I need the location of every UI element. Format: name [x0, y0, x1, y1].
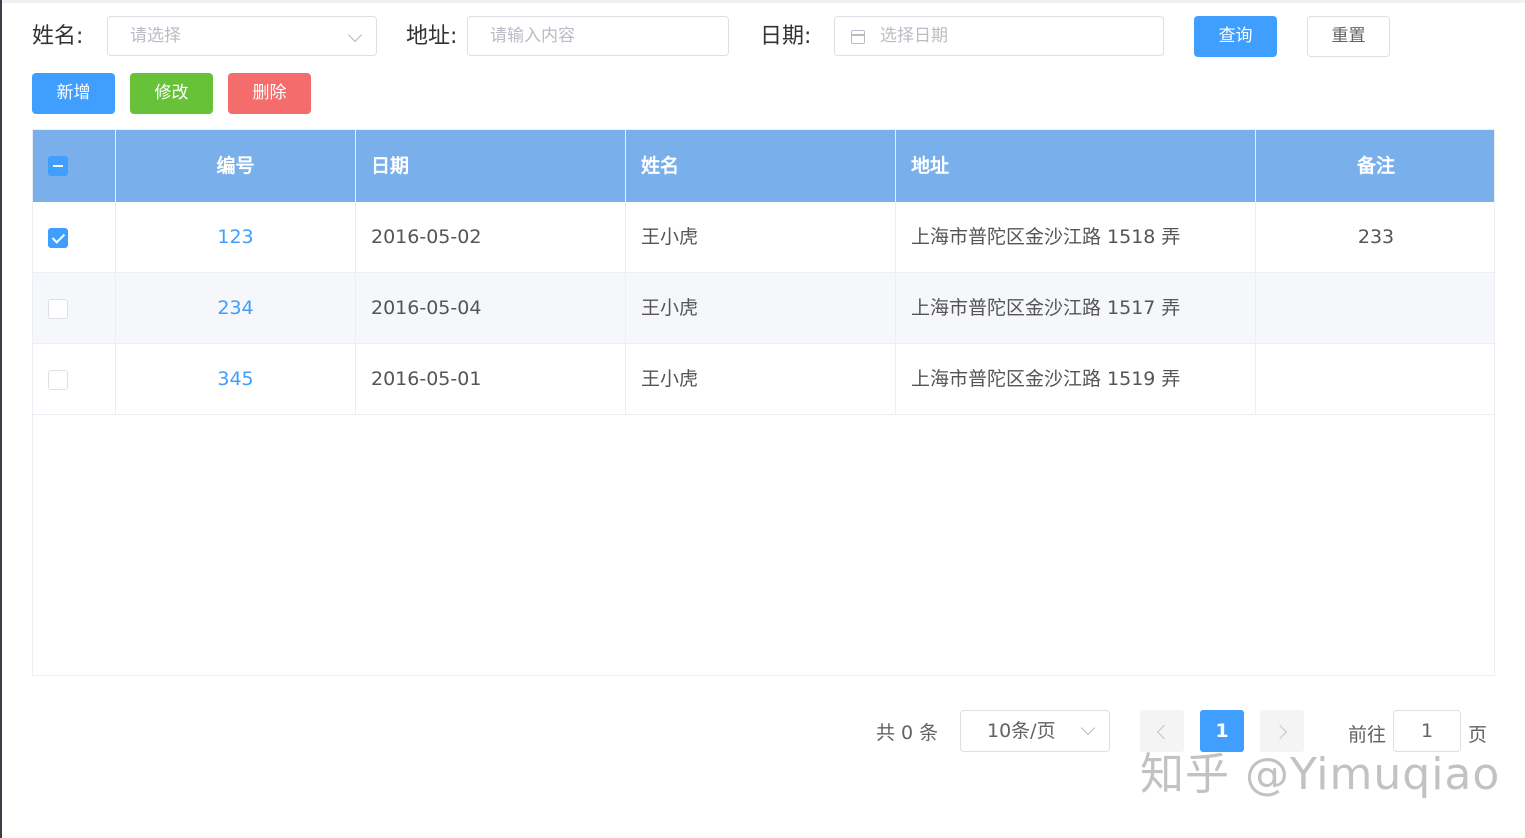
- row-date: 2016-05-02: [356, 202, 626, 272]
- query-button[interactable]: 查询: [1194, 16, 1277, 57]
- select-all-checkbox[interactable]: [48, 156, 68, 176]
- row-select-cell: [33, 344, 116, 414]
- row-name: 王小虎: [626, 273, 896, 343]
- row-date: 2016-05-01: [356, 344, 626, 414]
- row-remark: 233: [1357, 226, 1395, 248]
- data-table: 编号 日期 姓名 地址 备注 123 2016-05-02 王小虎 上海市普陀区…: [32, 129, 1495, 676]
- page-size-select[interactable]: 10条/页: [960, 710, 1110, 752]
- chevron-down-icon: [347, 27, 363, 43]
- header-name[interactable]: 姓名: [626, 130, 896, 202]
- address-label: 地址:: [406, 24, 458, 49]
- row-id[interactable]: 234: [116, 273, 356, 343]
- page-size-value: 10条/页: [987, 720, 1056, 742]
- header-remark[interactable]: 备注: [1256, 130, 1494, 202]
- delete-button[interactable]: 删除: [228, 73, 311, 114]
- date-picker-placeholder: 选择日期: [880, 26, 948, 46]
- table-row[interactable]: 345 2016-05-01 王小虎 上海市普陀区金沙江路 1519 弄: [33, 344, 1494, 415]
- row-id[interactable]: 345: [116, 344, 356, 414]
- table-row[interactable]: 234 2016-05-04 王小虎 上海市普陀区金沙江路 1517 弄: [33, 273, 1494, 344]
- chevron-down-icon: [1080, 720, 1096, 736]
- row-select-cell: [33, 273, 116, 343]
- pagination-total: 共 0 条: [876, 722, 939, 744]
- row-address: 上海市普陀区金沙江路 1519 弄: [896, 344, 1256, 414]
- row-checkbox[interactable]: [48, 370, 68, 390]
- name-label: 姓名:: [32, 24, 84, 49]
- row-address: 上海市普陀区金沙江路 1518 弄: [896, 202, 1256, 272]
- window-left-edge: [0, 0, 2, 838]
- row-checkbox[interactable]: [48, 299, 68, 319]
- chevron-left-icon: [1156, 724, 1172, 740]
- add-button[interactable]: 新增: [32, 73, 115, 114]
- header-date[interactable]: 日期: [356, 130, 626, 202]
- calendar-icon: [851, 30, 865, 44]
- top-edge: [0, 0, 1525, 3]
- address-input[interactable]: 请输入内容: [467, 16, 729, 56]
- row-address: 上海市普陀区金沙江路 1517 弄: [896, 273, 1256, 343]
- table-header: 编号 日期 姓名 地址 备注: [33, 130, 1494, 202]
- row-name: 王小虎: [626, 202, 896, 272]
- search-form: 姓名: 请选择 地址: 请输入内容 日期: 选择日期 查询 重置: [32, 16, 1502, 58]
- header-select-cell: [33, 130, 116, 202]
- reset-button[interactable]: 重置: [1307, 16, 1390, 57]
- header-address[interactable]: 地址: [896, 130, 1256, 202]
- date-picker[interactable]: 选择日期: [834, 16, 1164, 56]
- table-row[interactable]: 123 2016-05-02 王小虎 上海市普陀区金沙江路 1518 弄 233: [33, 202, 1494, 273]
- date-label: 日期:: [760, 24, 812, 49]
- row-name: 王小虎: [626, 344, 896, 414]
- row-checkbox[interactable]: [48, 228, 68, 248]
- row-remark: [1256, 273, 1494, 343]
- row-id[interactable]: 123: [116, 202, 356, 272]
- watermark: 知乎 @Yimuqiao: [1140, 749, 1501, 800]
- row-remark: [1256, 344, 1494, 414]
- header-id[interactable]: 编号: [116, 130, 356, 202]
- name-select-placeholder: 请选择: [130, 26, 181, 46]
- edit-button[interactable]: 修改: [130, 73, 213, 114]
- row-date: 2016-05-04: [356, 273, 626, 343]
- address-input-placeholder: 请输入内容: [490, 26, 575, 46]
- name-select[interactable]: 请选择: [107, 16, 377, 56]
- chevron-right-icon: [1272, 724, 1288, 740]
- row-select-cell: [33, 202, 116, 272]
